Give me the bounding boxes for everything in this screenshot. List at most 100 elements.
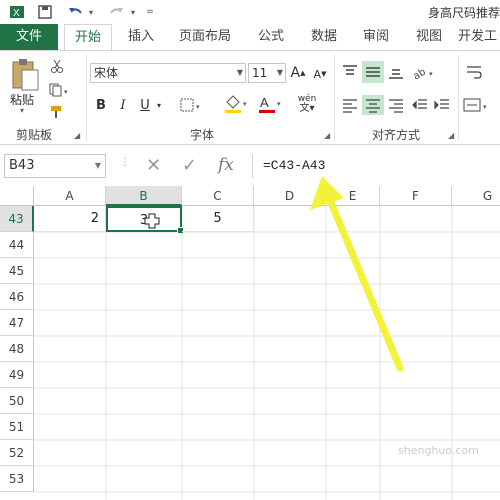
row-header-49[interactable]: 49: [0, 362, 34, 388]
align-right-icon[interactable]: [386, 95, 406, 115]
phonetic-guide-button[interactable]: wén 文▾: [294, 91, 320, 117]
middle-align-icon[interactable]: [362, 61, 384, 83]
cut-icon[interactable]: [48, 57, 66, 75]
wrap-text-icon[interactable]: [464, 61, 484, 83]
grow-font-button[interactable]: A ▲: [290, 63, 306, 83]
redo-icon[interactable]: [106, 2, 128, 22]
excel-logo-icon: X: [6, 2, 28, 22]
select-all-corner[interactable]: [0, 186, 34, 206]
tab-insert[interactable]: 插入: [118, 24, 164, 50]
svg-text:▾: ▾: [277, 100, 281, 108]
redo-dropdown-icon[interactable]: ▾: [128, 2, 138, 22]
chevron-down-icon: ▼: [236, 68, 243, 77]
orientation-icon[interactable]: ab ▾: [410, 61, 438, 83]
underline-button[interactable]: U: [136, 95, 154, 115]
increase-indent-icon[interactable]: [432, 95, 452, 115]
chevron-down-icon: ▼: [94, 161, 101, 170]
cell-b43[interactable]: 3: [106, 206, 184, 234]
save-icon[interactable]: [34, 2, 56, 22]
svg-text:▾: ▾: [483, 103, 487, 111]
row-header-48[interactable]: 48: [0, 336, 34, 362]
group-separator: [458, 55, 459, 141]
column-header-b[interactable]: B: [106, 186, 182, 206]
chevron-down-icon: ▼: [276, 68, 283, 77]
merge-center-icon[interactable]: ▾: [462, 95, 492, 115]
tab-home[interactable]: 开始: [64, 24, 112, 51]
document-title: 身高尺码推荐: [427, 6, 500, 20]
paste-icon[interactable]: [8, 57, 42, 93]
bottom-align-icon[interactable]: [386, 61, 406, 83]
undo-dropdown-icon[interactable]: ▾: [86, 2, 96, 22]
watermark: shenghuo.com: [398, 444, 479, 457]
font-name-select[interactable]: 宋体 ▼: [90, 63, 246, 83]
ribbon-home: 粘贴 ▾ ▾ 剪贴板 ◢ 宋体 ▼ 11 ▼ A ▲ A ▼ B I U ▾ ▾ ▾…: [0, 50, 500, 145]
insert-function-icon[interactable]: fx: [218, 155, 234, 177]
align-center-icon[interactable]: [362, 95, 384, 115]
font-group-label: 字体: [190, 128, 215, 142]
column-header-g[interactable]: G: [452, 186, 500, 206]
paste-dropdown-icon[interactable]: ▾: [20, 106, 24, 115]
annotation-arrow: [310, 176, 404, 372]
italic-button[interactable]: I: [114, 95, 132, 115]
undo-icon[interactable]: [64, 2, 86, 22]
svg-text:▾: ▾: [243, 100, 247, 108]
alignment-launcher-icon[interactable]: ◢: [448, 131, 454, 140]
row-header-45[interactable]: 45: [0, 258, 34, 284]
tab-review[interactable]: 审阅: [354, 24, 398, 50]
font-size-value: 11: [252, 66, 268, 80]
copy-icon[interactable]: ▾: [48, 81, 74, 99]
grow-font-label: A: [290, 65, 301, 81]
cell-c43[interactable]: 5: [182, 206, 254, 232]
column-header-c[interactable]: C: [182, 186, 254, 206]
clipboard-launcher-icon[interactable]: ◢: [74, 131, 80, 140]
enter-icon[interactable]: ✓: [182, 155, 197, 177]
cancel-icon[interactable]: ✕: [146, 155, 161, 177]
tab-file[interactable]: 文件: [0, 24, 58, 50]
row-header-47[interactable]: 47: [0, 310, 34, 336]
formula-bar: B43 ▼ ⋮ ✕ ✓ fx =C43-A43: [0, 151, 500, 181]
tab-page-layout[interactable]: 页面布局: [170, 24, 240, 50]
svg-text:▾: ▾: [429, 70, 433, 78]
group-separator: [86, 55, 87, 141]
format-painter-icon[interactable]: [48, 103, 66, 121]
top-align-icon[interactable]: [340, 61, 360, 83]
customize-toolbar-icon[interactable]: =: [144, 2, 156, 22]
row-header-52[interactable]: 52: [0, 440, 34, 466]
row-header-51[interactable]: 51: [0, 414, 34, 440]
font-size-select[interactable]: 11 ▼: [248, 63, 286, 83]
svg-text:A: A: [260, 95, 269, 110]
shrink-font-label: A: [313, 67, 322, 81]
tab-data[interactable]: 数据: [302, 24, 346, 50]
phonetic-char-icon: 文▾: [299, 103, 315, 114]
clipboard-group-label: 剪贴板: [16, 128, 53, 142]
font-name-value: 宋体: [94, 66, 119, 80]
formula-bar-grip-icon[interactable]: ⋮: [120, 157, 130, 168]
column-header-a[interactable]: A: [34, 186, 106, 206]
cell-a43[interactable]: 2: [34, 206, 106, 232]
svg-text:▾: ▾: [196, 103, 200, 111]
row-header-44[interactable]: 44: [0, 232, 34, 258]
borders-icon[interactable]: ▾: [178, 95, 206, 115]
title-bar: X ▾ ▾ = 身高尺码推荐: [0, 0, 500, 24]
shrink-font-button[interactable]: A ▼: [312, 65, 328, 83]
decrease-indent-icon[interactable]: [410, 95, 430, 115]
align-left-icon[interactable]: [340, 95, 360, 115]
group-separator: [334, 55, 335, 141]
row-header-53[interactable]: 53: [0, 466, 34, 492]
row-header-46[interactable]: 46: [0, 284, 34, 310]
bold-button[interactable]: B: [92, 95, 110, 115]
cross-cursor-icon: [144, 213, 160, 239]
row-header-43[interactable]: 43: [0, 206, 34, 232]
row-header-50[interactable]: 50: [0, 388, 34, 414]
svg-text:X: X: [13, 8, 20, 19]
ribbon-tabs: 文件 开始 插入 页面布局 公式 数据 审阅 视图 开发工: [0, 24, 500, 51]
svg-text:ab: ab: [411, 67, 427, 80]
font-launcher-icon[interactable]: ◢: [324, 131, 330, 140]
font-color-icon[interactable]: A ▾: [256, 93, 286, 115]
fill-color-icon[interactable]: ▾: [222, 93, 252, 115]
tab-view[interactable]: 视图: [406, 24, 452, 50]
tab-formulas[interactable]: 公式: [248, 24, 294, 50]
underline-dropdown-icon[interactable]: ▾: [154, 97, 164, 113]
tab-developer[interactable]: 开发工: [458, 24, 500, 50]
name-box[interactable]: B43 ▼: [4, 154, 106, 178]
